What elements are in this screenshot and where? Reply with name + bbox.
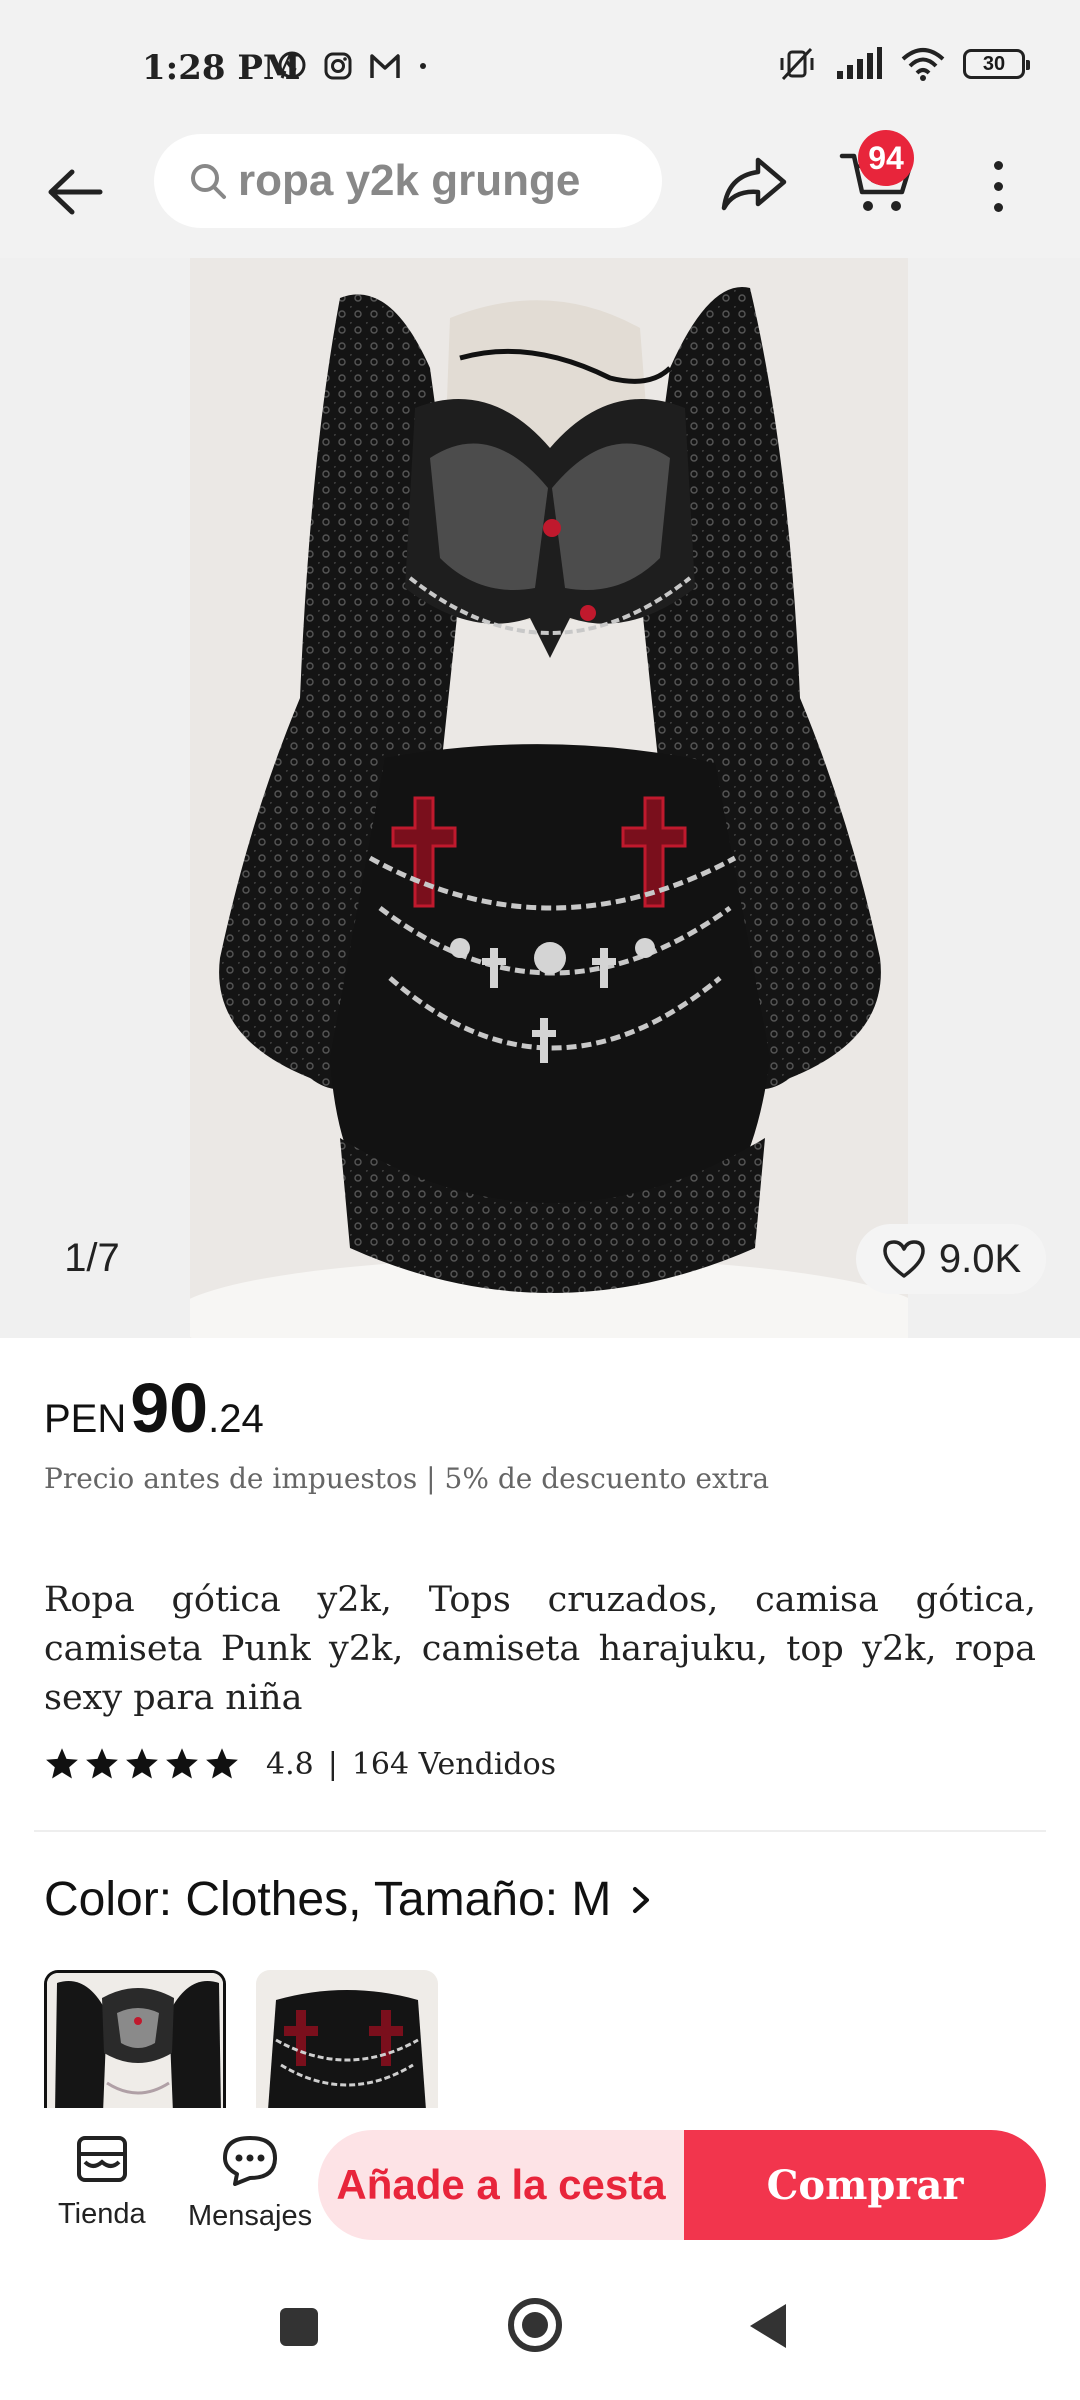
- rating-stars: [44, 1746, 240, 1782]
- dot-icon: [420, 63, 426, 69]
- star-icon: [206, 1748, 238, 1779]
- share-icon: [721, 157, 787, 211]
- buy-now-button[interactable]: Comprar: [684, 2130, 1046, 2240]
- back-arrow-icon: [48, 169, 103, 215]
- star-icon: [86, 1748, 118, 1779]
- system-back-button[interactable]: [750, 2304, 786, 2348]
- home-button[interactable]: [508, 2298, 562, 2352]
- store-label: Tienda: [58, 2198, 146, 2230]
- gmail-icon: [370, 54, 400, 78]
- search-input[interactable]: ropa y2k grunge: [154, 134, 662, 228]
- star-icon: [46, 1748, 78, 1779]
- heart-icon: [883, 1240, 925, 1278]
- signal-icon: [837, 47, 882, 79]
- wifi-icon: [901, 48, 945, 81]
- store-button[interactable]: Tienda: [58, 2134, 146, 2231]
- rating-value: 4.8: [266, 1746, 314, 1782]
- status-app-icons: [276, 50, 430, 82]
- chat-bubble-icon: [223, 2136, 278, 2186]
- variant-thumb-image: [256, 1970, 438, 2110]
- more-options-button[interactable]: [974, 150, 1022, 222]
- product-image-gallery[interactable]: 1/7 9.0K: [0, 258, 1080, 1338]
- variant-thumb-1[interactable]: [44, 1970, 226, 2110]
- rating-row[interactable]: 4.8 | 164 Vendidos: [44, 1746, 556, 1782]
- product-title: Ropa gótica y2k, Tops cruzados, camisa g…: [44, 1580, 1036, 1718]
- whatsapp-icon: [278, 51, 306, 79]
- price: PEN 90 .24: [44, 1368, 264, 1448]
- rating-separator: |: [327, 1746, 338, 1782]
- top-nav: ropa y2k grunge 94: [0, 130, 1080, 258]
- price-note: Precio antes de impuestos | 5% de descue…: [44, 1462, 770, 1495]
- variant-selector[interactable]: Color: Clothes, Tamaño: M: [44, 1872, 653, 1927]
- instagram-icon: [324, 52, 352, 80]
- variant-thumbnails: [44, 1970, 438, 2110]
- variant-summary: Color: Clothes, Tamaño: M: [44, 1873, 612, 1926]
- likes-count: 9.0K: [938, 1236, 1022, 1281]
- price-integer: 90: [130, 1369, 209, 1447]
- store-icon: [76, 2136, 127, 2182]
- sold-count: 164 Vendidos: [351, 1746, 557, 1782]
- variant-thumb-image: [47, 1973, 223, 2110]
- bottom-action-bar: Tienda Mensajes Añade a la cesta Comprar: [0, 2108, 1080, 2248]
- recent-apps-button[interactable]: [280, 2308, 318, 2346]
- back-button[interactable]: [40, 160, 110, 224]
- messages-label: Mensajes: [188, 2200, 313, 2232]
- muted-vibrate-icon: [780, 47, 814, 81]
- system-navigation-bar: [0, 2248, 1080, 2400]
- status-bar: 1:28 PM 30: [0, 0, 1080, 130]
- search-icon: [191, 164, 226, 199]
- divider: [34, 1830, 1046, 1832]
- add-to-cart-button[interactable]: Añade a la cesta: [318, 2130, 684, 2240]
- chevron-right-icon: [633, 1886, 650, 1913]
- wishlist-button[interactable]: 9.0K: [856, 1224, 1046, 1294]
- star-icon: [166, 1748, 198, 1779]
- cart-count-badge: 94: [858, 130, 914, 186]
- variant-thumb-2[interactable]: [256, 1970, 438, 2110]
- battery-indicator: 30: [963, 49, 1030, 79]
- status-right: 30: [777, 46, 1030, 82]
- product-outfit-illustration: [170, 258, 930, 1338]
- messages-button[interactable]: Mensajes: [188, 2134, 312, 2233]
- price-currency: PEN: [44, 1397, 127, 1441]
- image-page-indicator: 1/7: [34, 1218, 150, 1298]
- product-photo[interactable]: [170, 258, 930, 1338]
- star-icon: [126, 1748, 158, 1779]
- price-decimal: .24: [208, 1397, 264, 1441]
- search-query-text: ropa y2k grunge: [238, 156, 581, 205]
- share-button[interactable]: [718, 152, 790, 216]
